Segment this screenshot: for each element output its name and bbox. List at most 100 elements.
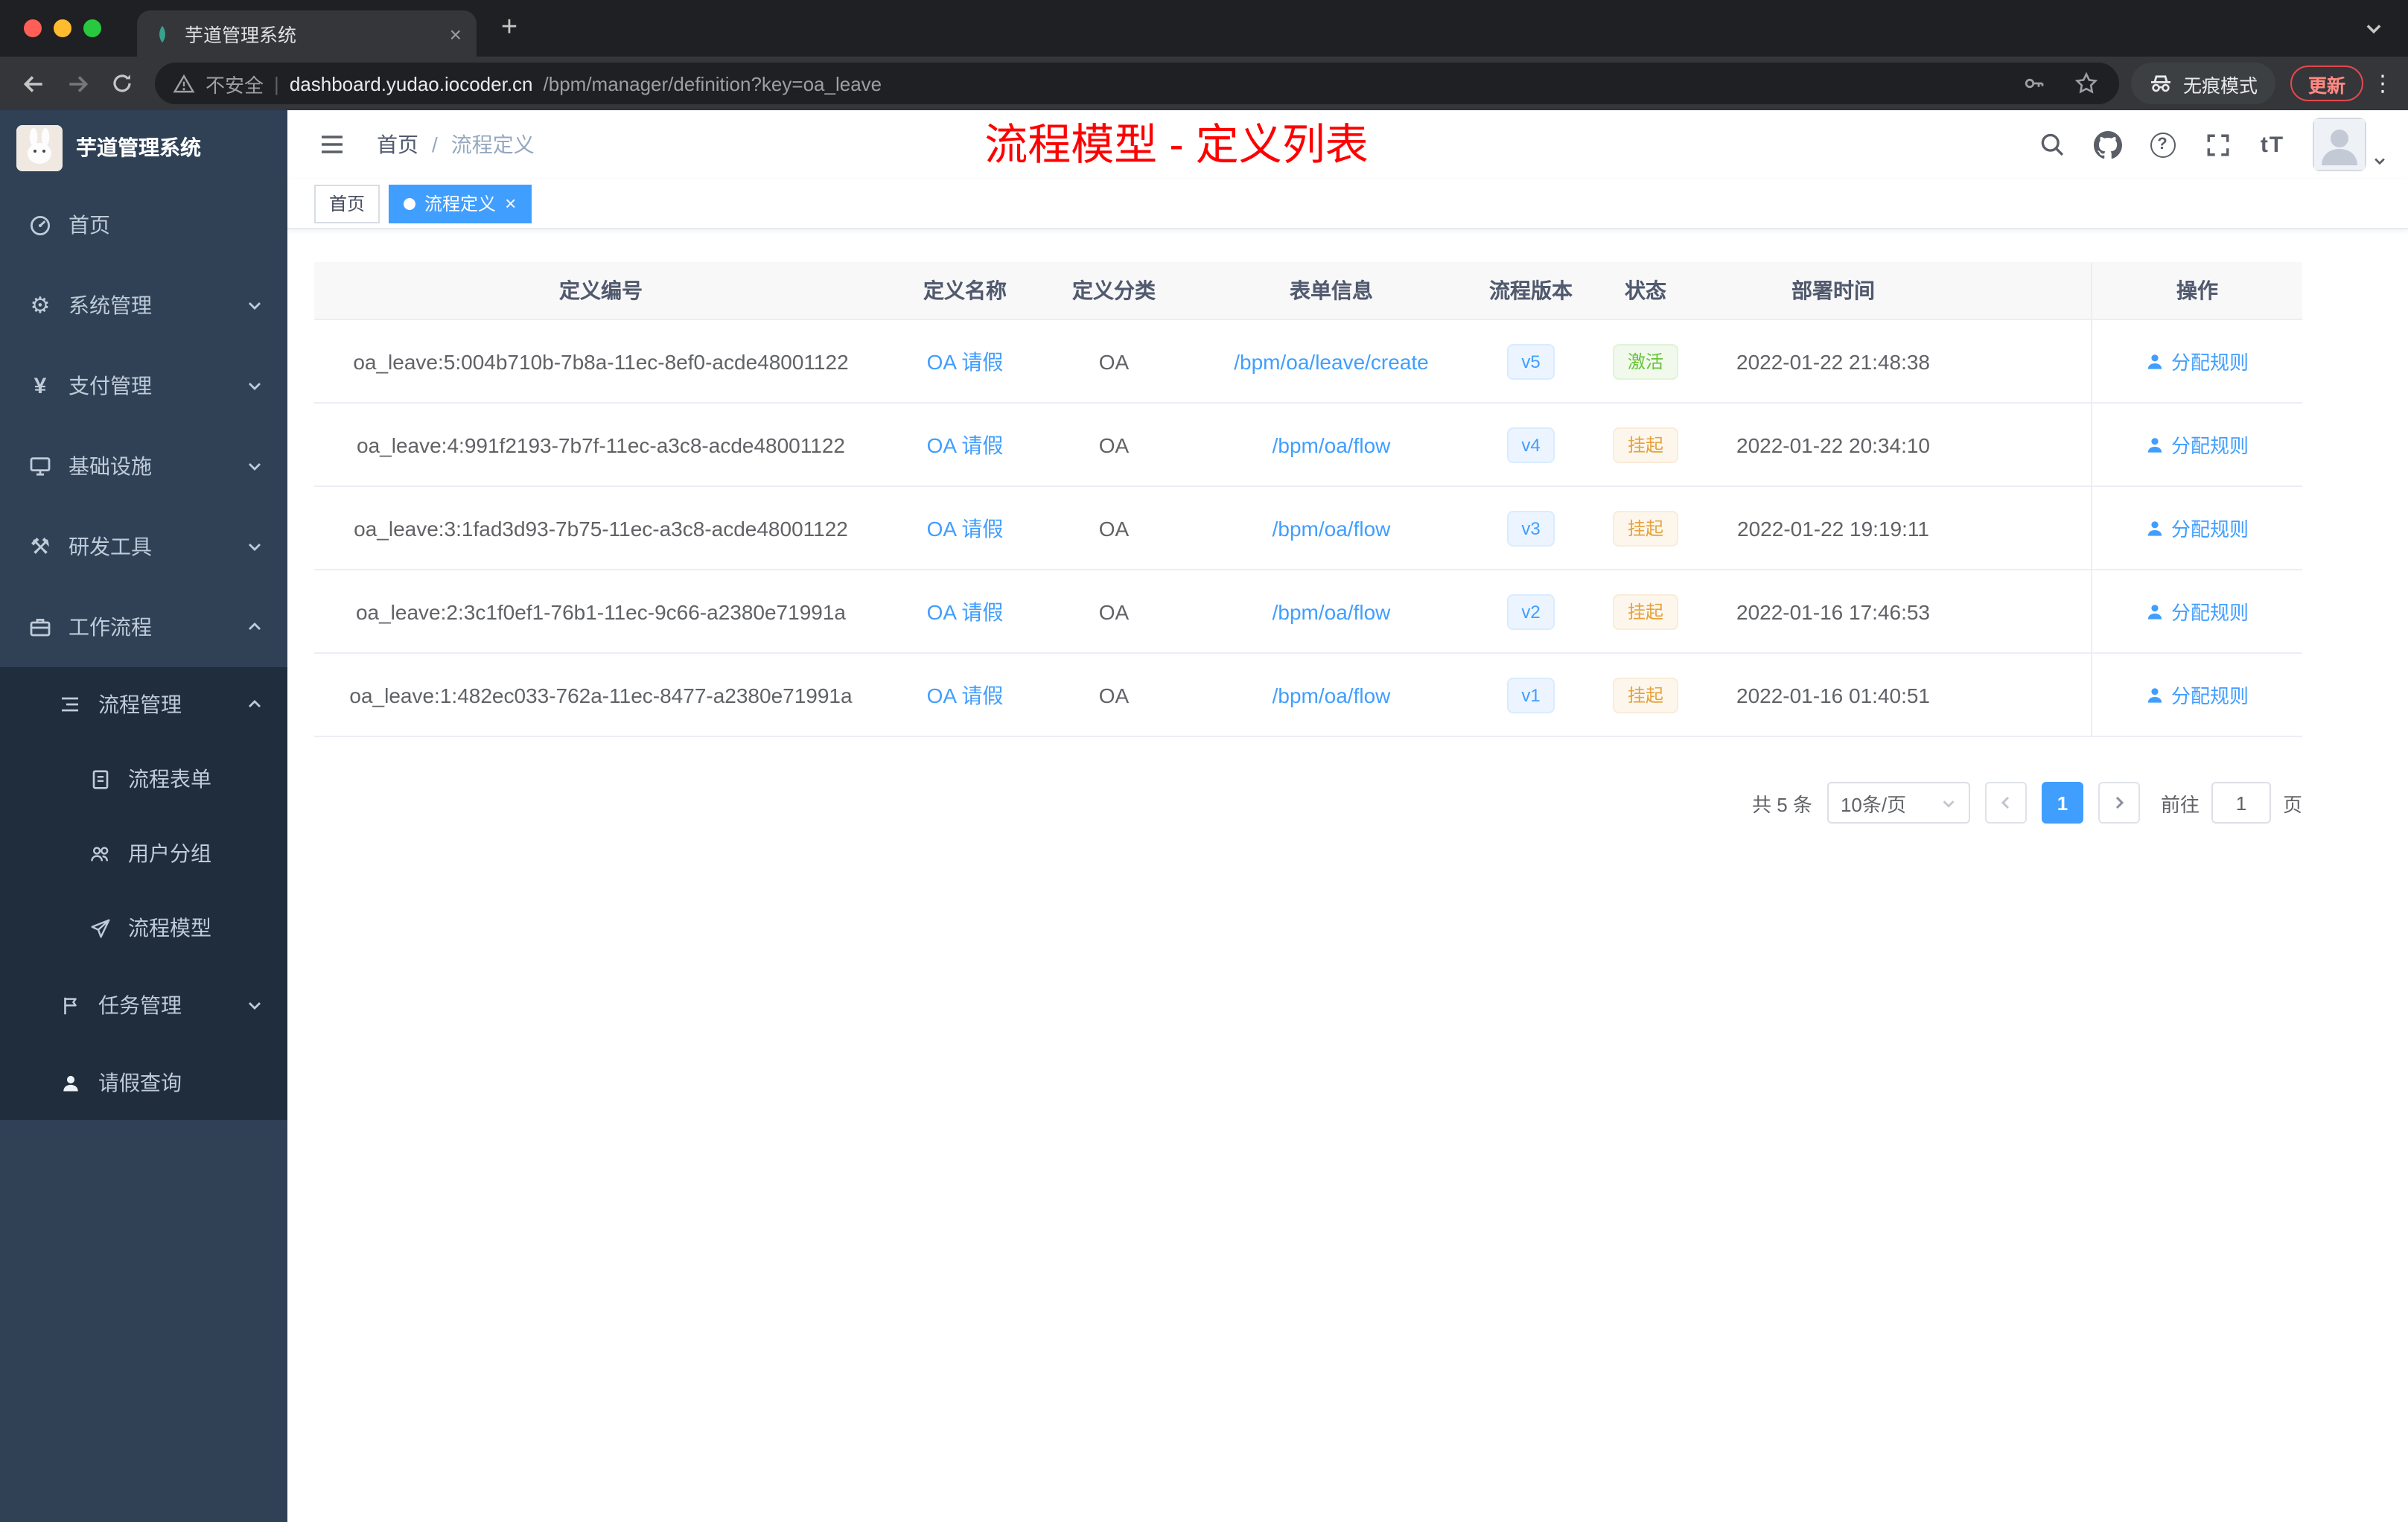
sidebar-item-label: 流程管理 xyxy=(98,692,182,716)
sidebar-item-label: 工作流程 xyxy=(69,615,152,639)
sidebar-item-label: 基础设施 xyxy=(69,454,152,478)
chevron-down-icon xyxy=(1940,795,1957,811)
forward-icon[interactable] xyxy=(57,63,98,104)
close-window-button[interactable] xyxy=(24,19,42,37)
definition-name-link[interactable]: OA 请假 xyxy=(927,513,1004,543)
tag-process-definition[interactable]: 流程定义 × xyxy=(389,184,532,223)
chevron-down-icon xyxy=(2372,153,2387,171)
yen-icon: ¥ xyxy=(34,373,47,398)
sidebar-item-label: 任务管理 xyxy=(98,993,182,1017)
app-logo-row[interactable]: 芋道管理系统 xyxy=(0,110,287,185)
url-host: dashboard.yudao.iocoder.cn xyxy=(289,72,533,95)
sidebar-item-label: 流程表单 xyxy=(128,767,211,791)
help-icon[interactable]: ? xyxy=(2141,124,2183,165)
browser-tab[interactable]: 芋道管理系统 × xyxy=(137,10,477,57)
sidebar-item-process-management[interactable]: 流程管理 xyxy=(0,667,287,742)
form-info-link[interactable]: /bpm/oa/flow xyxy=(1273,433,1391,456)
user-menu[interactable] xyxy=(2313,118,2387,171)
col-header-version: 流程版本 xyxy=(1489,278,1573,302)
reload-icon[interactable] xyxy=(101,63,143,104)
form-info-link[interactable]: /bpm/oa/flow xyxy=(1273,599,1391,623)
address-bar[interactable]: 不安全 | dashboard.yudao.iocoder.cn/bpm/man… xyxy=(155,63,2119,104)
password-key-icon[interactable] xyxy=(2013,71,2055,95)
bookmark-star-icon[interactable] xyxy=(2065,71,2107,95)
definition-category: OA xyxy=(1098,433,1130,456)
assign-rule-button[interactable]: 分配规则 xyxy=(2146,514,2249,542)
sidebar-item-leave-query[interactable]: 请假查询 xyxy=(0,1045,287,1120)
page-number-1[interactable]: 1 xyxy=(2041,782,2083,824)
maximize-window-button[interactable] xyxy=(83,19,101,37)
assign-rule-button[interactable]: 分配规则 xyxy=(2146,347,2249,375)
breadcrumb: 首页 / 流程定义 xyxy=(377,130,535,159)
assign-rule-button[interactable]: 分配规则 xyxy=(2146,430,2249,459)
prev-page-button[interactable] xyxy=(1984,782,2027,824)
flag-icon xyxy=(57,994,83,1016)
pagination: 共 5 条 10条/页 1 前往 页 xyxy=(314,782,2302,824)
tab-close-icon[interactable]: × xyxy=(450,22,462,45)
screen: 芋道管理系统 × + 不安全 | dashboard.yudao.iocoder… xyxy=(0,0,2408,1522)
browser-tabstrip: 芋道管理系统 × + xyxy=(0,0,2408,57)
update-browser-button[interactable]: 更新 xyxy=(2290,66,2363,101)
version-badge: v1 xyxy=(1506,677,1555,713)
security-label[interactable]: 不安全 xyxy=(206,69,264,98)
sidebar-item-task-management[interactable]: 任务管理 xyxy=(0,965,287,1045)
status-badge: 挂起 xyxy=(1612,427,1678,462)
page-size-select[interactable]: 10条/页 xyxy=(1826,782,1970,824)
tab-title: 芋道管理系统 xyxy=(185,25,297,46)
fullscreen-icon[interactable] xyxy=(2197,124,2238,165)
sidebar-item-process-form[interactable]: 流程表单 xyxy=(0,742,287,816)
breadcrumb-home[interactable]: 首页 xyxy=(377,130,418,159)
definition-name-link[interactable]: OA 请假 xyxy=(927,596,1004,626)
sidebar-item-system[interactable]: ⚙ 系统管理 xyxy=(0,265,287,346)
tags-view-bar: 首页 流程定义 × xyxy=(287,179,2408,229)
browser-menu-icon[interactable]: ⋮ xyxy=(2369,70,2396,97)
sidebar-item-home[interactable]: 首页 xyxy=(0,185,287,265)
url-path: /bpm/manager/definition?key=oa_leave xyxy=(543,72,882,95)
tag-close-icon[interactable]: × xyxy=(505,194,516,213)
assign-rule-button[interactable]: 分配规则 xyxy=(2146,681,2249,709)
collapse-sidebar-icon[interactable] xyxy=(308,130,356,159)
definition-category: OA xyxy=(1098,349,1130,373)
sidebar-item-label: 研发工具 xyxy=(69,535,152,558)
assign-rule-label: 分配规则 xyxy=(2170,685,2249,707)
col-header-name: 定义名称 xyxy=(923,278,1007,302)
form-info-link[interactable]: /bpm/oa/flow xyxy=(1273,683,1391,707)
update-label: 更新 xyxy=(2307,75,2345,96)
definition-category: OA xyxy=(1098,516,1130,540)
table-row: oa_leave:1:482ec033-762a-11ec-8477-a2380… xyxy=(314,654,2302,737)
definition-name-link[interactable]: OA 请假 xyxy=(927,680,1004,710)
sidebar-item-dev-tools[interactable]: ⚒ 研发工具 xyxy=(0,506,287,587)
minimize-window-button[interactable] xyxy=(54,19,71,37)
github-icon[interactable] xyxy=(2086,124,2128,165)
sidebar-item-workflow[interactable]: 工作流程 xyxy=(0,587,287,667)
col-header-filler xyxy=(1960,262,2091,319)
sidebar-item-user-group[interactable]: 用户分组 xyxy=(0,816,287,891)
next-page-button[interactable] xyxy=(2098,782,2140,824)
assign-rule-button[interactable]: 分配规则 xyxy=(2146,597,2249,625)
deploy-time: 2022-01-22 21:48:38 xyxy=(1736,349,1930,373)
definition-name-link[interactable]: OA 请假 xyxy=(927,430,1004,459)
sidebar-item-infrastructure[interactable]: 基础设施 xyxy=(0,426,287,506)
main-area: 首页 / 流程定义 流程模型 - 定义列表 ? tT 首页 流程定义 × 定义编… xyxy=(287,110,2408,1522)
tab-search-icon[interactable] xyxy=(2363,18,2384,39)
sidebar-item-label: 请假查询 xyxy=(98,1071,182,1095)
font-size-icon[interactable]: tT xyxy=(2252,124,2293,165)
chevron-down-icon xyxy=(246,538,264,555)
tag-home[interactable]: 首页 xyxy=(314,184,380,223)
sidebar-item-payment[interactable]: ¥ 支付管理 xyxy=(0,346,287,426)
form-info-link[interactable]: /bpm/oa/flow xyxy=(1273,516,1391,540)
sidebar-item-label: 用户分组 xyxy=(128,841,211,865)
chevron-down-icon xyxy=(246,377,264,395)
definition-name-link[interactable]: OA 请假 xyxy=(927,346,1004,376)
status-badge: 激活 xyxy=(1612,343,1678,379)
search-icon[interactable] xyxy=(2031,124,2073,165)
assign-rule-label: 分配规则 xyxy=(2170,351,2249,374)
goto-page-input[interactable] xyxy=(2211,782,2271,824)
paper-plane-icon xyxy=(86,917,113,939)
chevron-up-icon xyxy=(246,618,264,636)
sidebar-item-process-model[interactable]: 流程模型 xyxy=(0,891,287,965)
col-header-form: 表单信息 xyxy=(1290,278,1373,302)
form-info-link[interactable]: /bpm/oa/leave/create xyxy=(1234,349,1429,373)
new-tab-button[interactable]: + xyxy=(488,7,530,49)
back-icon[interactable] xyxy=(12,63,54,104)
